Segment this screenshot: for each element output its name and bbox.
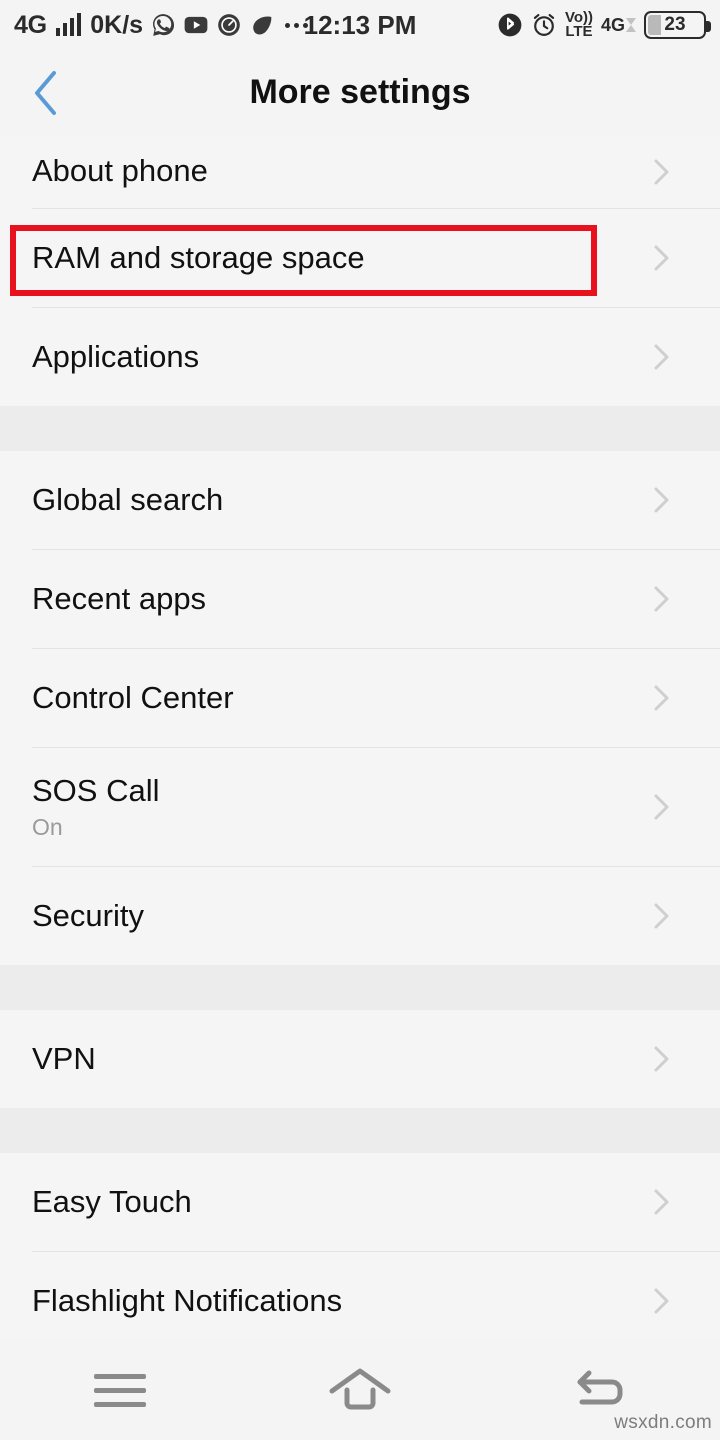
settings-row[interactable]: About phone [0, 135, 720, 208]
row-subtitle: On [32, 813, 63, 840]
row-title: RAM and storage space [32, 239, 365, 275]
home-button[interactable] [285, 1340, 435, 1440]
chevron-right-icon [654, 586, 669, 612]
alarm-icon [533, 13, 555, 36]
row-texts: About phone [32, 154, 646, 188]
settings-row[interactable]: Security [0, 867, 720, 965]
row-texts: Control Center [32, 679, 646, 715]
chevron-right-icon [654, 903, 669, 929]
settings-row[interactable]: VPN [0, 1010, 720, 1108]
row-title: SOS Call [32, 772, 160, 808]
row-texts: Recent apps [32, 580, 646, 616]
chevron-right-icon [654, 1288, 669, 1314]
settings-row[interactable]: Global search [0, 451, 720, 549]
page-title: More settings [249, 73, 471, 111]
signal-strength-icon [55, 13, 82, 36]
chevron-right-icon [654, 344, 669, 370]
settings-row[interactable]: Applications [0, 308, 720, 406]
chevron-right-icon [654, 794, 669, 820]
chevron-right-icon [654, 487, 669, 513]
battery-percent-label: 23 [664, 14, 686, 35]
battery-icon: 23 [644, 11, 711, 39]
row-texts: VPN [32, 1040, 646, 1076]
row-texts: Security [32, 897, 646, 933]
row-texts: Flashlight Notifications [32, 1282, 646, 1318]
back-arrow-icon [577, 1370, 623, 1405]
row-title: Easy Touch [32, 1183, 192, 1219]
back-chevron-icon [35, 70, 56, 115]
speedometer-icon [218, 14, 240, 36]
row-title: Global search [32, 481, 224, 517]
row-title: About phone [32, 153, 208, 189]
home-icon [329, 1368, 391, 1410]
network-label: 4G [600, 14, 625, 35]
row-title: Control Center [32, 679, 234, 715]
status-bar-right: Vo)) LTE 4G 23 [497, 10, 711, 40]
data-transfer-arrows-icon [626, 18, 636, 32]
chevron-right-icon [654, 159, 669, 184]
volte-bottom-label: LTE [565, 23, 593, 40]
network-type-label: 4G [14, 10, 47, 39]
chevron-right-icon [654, 1046, 669, 1072]
row-texts: SOS Call On [32, 772, 646, 840]
data-speed-label: 0K/s [90, 10, 144, 39]
app-header: More settings [0, 50, 720, 135]
app-icon [253, 16, 272, 35]
settings-row[interactable]: Flashlight Notifications [0, 1252, 720, 1340]
row-texts: Global search [32, 481, 646, 517]
group-separator [0, 965, 720, 1010]
row-title: Security [32, 897, 144, 933]
row-title: Applications [32, 338, 200, 374]
chevron-right-icon [654, 1189, 669, 1215]
menu-icon [94, 1373, 146, 1407]
row-title: Flashlight Notifications [32, 1282, 343, 1318]
settings-row[interactable]: Control Center [0, 649, 720, 747]
settings-group: Global search Recent apps Control Center SO… [0, 451, 720, 965]
settings-row[interactable]: RAM and storage space [0, 209, 720, 307]
row-texts: Applications [32, 338, 646, 374]
overflow-dots-icon [285, 22, 309, 28]
watermark: wsxdn.com [614, 1412, 712, 1433]
group-separator [0, 1108, 720, 1153]
row-title: VPN [32, 1040, 96, 1076]
status-bar: 4G 0K/s 12:13 PM Vo)) LTE 4G 23 [0, 0, 720, 50]
system-navigation-bar [0, 1340, 720, 1440]
menu-button[interactable] [45, 1340, 195, 1440]
settings-group: Easy Touch Flashlight Notifications [0, 1153, 720, 1340]
youtube-icon [184, 16, 208, 34]
back-button[interactable] [0, 50, 90, 135]
chevron-right-icon [654, 685, 669, 711]
volte-icon: Vo)) LTE [565, 10, 593, 40]
row-texts: Easy Touch [32, 1183, 646, 1219]
bluetooth-icon [498, 13, 522, 37]
settings-list[interactable]: About phone RAM and storage space Applicat… [0, 135, 720, 1340]
status-bar-left: 4G 0K/s [14, 10, 309, 40]
settings-row[interactable]: Recent apps [0, 550, 720, 648]
row-texts: RAM and storage space [32, 239, 646, 275]
battery-fill [648, 15, 661, 35]
group-separator [0, 406, 720, 451]
settings-group: About phone RAM and storage space Applicat… [0, 135, 720, 406]
settings-row[interactable]: Easy Touch [0, 1153, 720, 1251]
chevron-right-icon [654, 245, 669, 271]
phone-screen: 4G 0K/s 12:13 PM Vo)) LTE 4G 23 More set… [0, 0, 720, 1440]
settings-row[interactable]: SOS Call On [0, 748, 720, 866]
mobile-network-indicator: 4G [601, 15, 636, 36]
settings-group: VPN [0, 1010, 720, 1108]
whatsapp-icon [153, 14, 175, 36]
row-title: Recent apps [32, 580, 207, 616]
